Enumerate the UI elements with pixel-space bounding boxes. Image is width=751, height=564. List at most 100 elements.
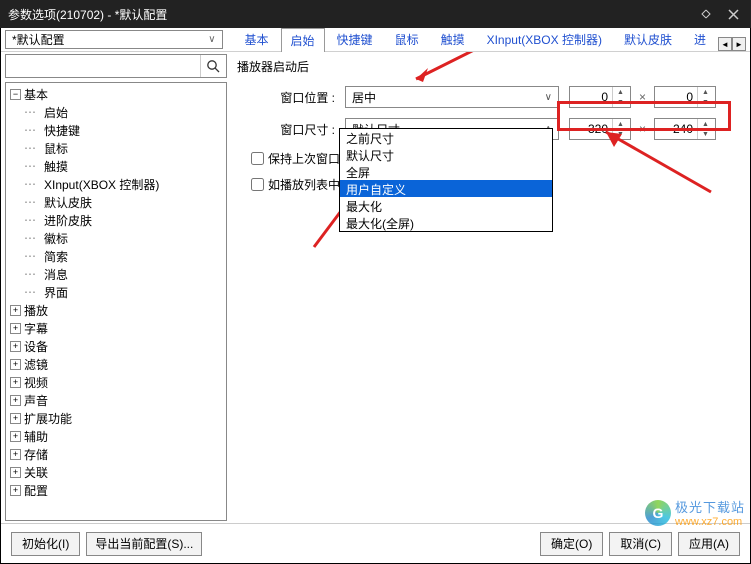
- search-button[interactable]: [200, 55, 226, 77]
- tab-strip: 基本 启始 快捷键 鼠标 触摸 XInput(XBOX 控制器) 默认皮肤 进 …: [227, 28, 750, 51]
- tab-basic[interactable]: 基本: [235, 27, 279, 51]
- tree-group[interactable]: +设备: [6, 337, 226, 355]
- titlebar: 参数选项(210702) - *默认配置: [0, 0, 751, 28]
- chevron-down-icon: ∨: [208, 34, 215, 45]
- tree-group[interactable]: +声音: [6, 391, 226, 409]
- tree-item[interactable]: ⋯快捷键: [6, 121, 226, 139]
- window-controls: [695, 4, 743, 24]
- expand-icon[interactable]: +: [10, 341, 21, 352]
- tab-hotkey[interactable]: 快捷键: [327, 27, 383, 51]
- times-icon: ×: [639, 90, 646, 104]
- expand-icon[interactable]: +: [10, 395, 21, 406]
- win-size-label: 窗口尺寸 :: [237, 121, 345, 138]
- tree-item[interactable]: ⋯默认皮肤: [6, 193, 226, 211]
- tree-root[interactable]: −基本: [6, 85, 226, 103]
- tab-touch[interactable]: 触摸: [431, 27, 475, 51]
- win-pos-select[interactable]: 居中 ∨: [345, 86, 559, 108]
- tree-item[interactable]: ⋯界面: [6, 283, 226, 301]
- search-input[interactable]: [6, 55, 200, 77]
- size-dropdown[interactable]: 之前尺寸 默认尺寸 全屏 用户自定义 最大化 最大化(全屏): [339, 128, 553, 232]
- pos-y-spinner[interactable]: ▲▼: [654, 86, 716, 108]
- expand-icon[interactable]: +: [10, 467, 21, 478]
- init-button[interactable]: 初始化(I): [11, 532, 80, 556]
- config-select-value: *默认配置: [12, 31, 65, 48]
- pos-x-input[interactable]: [570, 90, 612, 104]
- tree-item[interactable]: ⋯简索: [6, 247, 226, 265]
- tab-mouse[interactable]: 鼠标: [385, 27, 429, 51]
- size-h-spinner[interactable]: ▲▼: [654, 118, 716, 140]
- size-option[interactable]: 最大化: [340, 197, 552, 214]
- tree-group[interactable]: +扩展功能: [6, 409, 226, 427]
- tree-item[interactable]: ⋯消息: [6, 265, 226, 283]
- window-title: 参数选项(210702) - *默认配置: [8, 6, 695, 23]
- tree-group[interactable]: +播放: [6, 301, 226, 319]
- spin-up-icon[interactable]: ▲: [613, 119, 628, 129]
- tree-item[interactable]: ⋯启始: [6, 103, 226, 121]
- spin-up-icon[interactable]: ▲: [698, 119, 713, 129]
- content-panel: 播放器启动后 窗口位置 : 居中 ∨ ▲▼ × ▲▼ 窗口尺寸 : 默认尺寸: [231, 52, 750, 523]
- expand-icon[interactable]: +: [10, 305, 21, 316]
- keep-last-checkbox[interactable]: [251, 152, 264, 165]
- tree-item[interactable]: ⋯鼠标: [6, 139, 226, 157]
- spin-up-icon[interactable]: ▲: [698, 87, 713, 97]
- expand-icon[interactable]: +: [10, 413, 21, 424]
- tab-scroll-left-icon[interactable]: ◄: [718, 37, 732, 51]
- size-option[interactable]: 默认尺寸: [340, 146, 552, 163]
- tree[interactable]: −基本 ⋯启始 ⋯快捷键 ⋯鼠标 ⋯触摸 ⋯XInput(XBOX 控制器) ⋯…: [5, 82, 227, 521]
- pin-icon[interactable]: [695, 4, 715, 24]
- expand-icon[interactable]: +: [10, 377, 21, 388]
- tree-item[interactable]: ⋯进阶皮肤: [6, 211, 226, 229]
- logo-icon: G: [645, 500, 671, 526]
- size-option[interactable]: 最大化(全屏): [340, 214, 552, 231]
- search-icon: [206, 59, 221, 74]
- spin-down-icon[interactable]: ▼: [613, 97, 628, 107]
- ok-button[interactable]: 确定(O): [540, 532, 603, 556]
- expand-icon[interactable]: +: [10, 359, 21, 370]
- size-option[interactable]: 全屏: [340, 163, 552, 180]
- watermark-url: www.xz7.com: [675, 516, 745, 528]
- tree-item[interactable]: ⋯XInput(XBOX 控制器): [6, 175, 226, 193]
- size-h-input[interactable]: [655, 122, 697, 136]
- tab-more[interactable]: 进: [684, 27, 716, 51]
- tree-group[interactable]: +关联: [6, 463, 226, 481]
- expand-icon[interactable]: +: [10, 323, 21, 334]
- tab-skin[interactable]: 默认皮肤: [614, 27, 682, 51]
- tree-item[interactable]: ⋯徽标: [6, 229, 226, 247]
- size-w-input[interactable]: [570, 122, 612, 136]
- spin-down-icon[interactable]: ▼: [698, 97, 713, 107]
- collapse-icon[interactable]: −: [10, 89, 21, 100]
- tree-item[interactable]: ⋯触摸: [6, 157, 226, 175]
- close-icon[interactable]: [723, 4, 743, 24]
- pos-x-spinner[interactable]: ▲▼: [569, 86, 631, 108]
- spin-up-icon[interactable]: ▲: [613, 87, 628, 97]
- expand-icon[interactable]: +: [10, 449, 21, 460]
- if-playlist-checkbox[interactable]: [251, 178, 264, 191]
- tree-group[interactable]: +存储: [6, 445, 226, 463]
- config-select[interactable]: *默认配置 ∨: [5, 30, 223, 49]
- cancel-button[interactable]: 取消(C): [609, 532, 672, 556]
- expand-icon[interactable]: +: [10, 485, 21, 496]
- watermark: G 极光下载站 www.xz7.com: [645, 497, 745, 528]
- spin-down-icon[interactable]: ▼: [698, 129, 713, 139]
- tree-group[interactable]: +配置: [6, 481, 226, 499]
- tree-group[interactable]: +滤镜: [6, 355, 226, 373]
- apply-button[interactable]: 应用(A): [678, 532, 740, 556]
- size-option-selected[interactable]: 用户自定义: [340, 180, 552, 197]
- bottom-bar: 初始化(I) 导出当前配置(S)... 确定(O) 取消(C) 应用(A): [1, 523, 750, 563]
- size-option[interactable]: 之前尺寸: [340, 129, 552, 146]
- tree-group[interactable]: +视频: [6, 373, 226, 391]
- export-button[interactable]: 导出当前配置(S)...: [86, 532, 202, 556]
- tab-xinput[interactable]: XInput(XBOX 控制器): [477, 27, 612, 51]
- tree-group[interactable]: +辅助: [6, 427, 226, 445]
- win-pos-value: 居中: [352, 89, 376, 106]
- expand-icon[interactable]: +: [10, 431, 21, 442]
- tab-scroll-right-icon[interactable]: ►: [732, 37, 746, 51]
- search-row: [5, 54, 227, 78]
- watermark-text: 极光下载站: [675, 497, 745, 516]
- spin-down-icon[interactable]: ▼: [613, 129, 628, 139]
- size-w-spinner[interactable]: ▲▼: [569, 118, 631, 140]
- tab-start[interactable]: 启始: [281, 28, 325, 52]
- win-pos-label: 窗口位置 :: [237, 89, 345, 106]
- tree-group[interactable]: +字幕: [6, 319, 226, 337]
- pos-y-input[interactable]: [655, 90, 697, 104]
